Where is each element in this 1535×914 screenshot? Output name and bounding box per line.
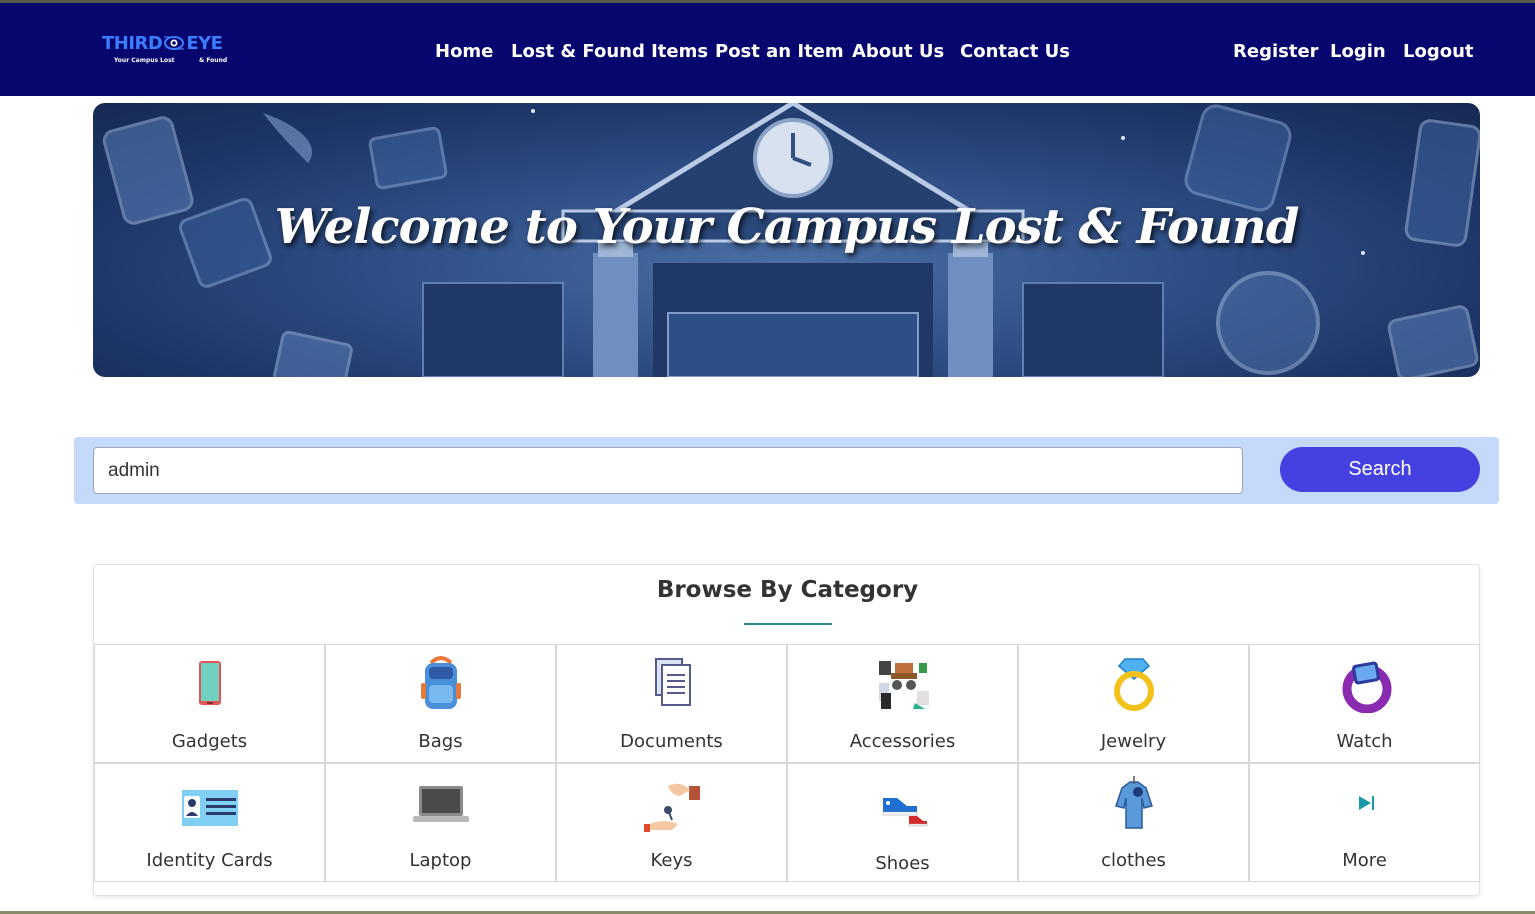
logo-wordmark: THIRD EYE	[102, 33, 223, 54]
hero-banner: Welcome to Your Campus Lost & Found	[93, 103, 1480, 377]
category-accessories[interactable]: Accessories	[787, 644, 1018, 763]
category-label: Identity Cards	[146, 850, 273, 871]
phone-icon	[199, 661, 221, 705]
category-laptop[interactable]: Laptop	[325, 763, 556, 882]
logo-tagline-left: Your Campus Lost	[114, 57, 175, 64]
site-logo[interactable]: THIRD EYE Your Campus Lost & Found	[102, 33, 242, 69]
category-identity-cards[interactable]: Identity Cards	[94, 763, 325, 882]
heading-underline	[744, 623, 832, 625]
logo-tagline-right: & Found	[199, 57, 228, 64]
accessories-icon	[879, 661, 929, 709]
ring-icon	[1114, 658, 1154, 711]
logo-text-left: THIRD	[102, 33, 163, 54]
category-shoes[interactable]: Shoes	[787, 763, 1018, 882]
category-clothes[interactable]: clothes	[1018, 763, 1249, 882]
category-label: clothes	[1101, 850, 1166, 871]
search-input[interactable]	[93, 447, 1243, 494]
nav-logout[interactable]: Logout	[1403, 41, 1474, 62]
id-card-icon	[182, 790, 238, 826]
logo-text-right: EYE	[186, 33, 223, 54]
document-icon	[655, 658, 691, 706]
nav-post-item[interactable]: Post an Item	[715, 41, 844, 62]
sneakers-icon	[882, 798, 928, 827]
category-label: More	[1342, 850, 1387, 871]
category-label: Shoes	[875, 853, 930, 874]
category-label: Keys	[650, 850, 693, 871]
nav-contact-us[interactable]: Contact Us	[960, 41, 1070, 62]
backpack-icon	[421, 656, 461, 709]
nav-about-us[interactable]: About Us	[852, 41, 944, 62]
shirt-icon	[1115, 776, 1153, 829]
eye-icon	[164, 36, 185, 50]
navbar: THIRD EYE Your Campus Lost & Found Home L…	[0, 3, 1535, 96]
category-more[interactable]: More	[1249, 763, 1480, 882]
search-bar: Search	[74, 437, 1499, 504]
category-jewelry[interactable]: Jewelry	[1018, 644, 1249, 763]
category-label: Jewelry	[1100, 731, 1167, 752]
nav-lost-found-items[interactable]: Lost & Found Items	[511, 41, 708, 62]
category-label: Laptop	[409, 850, 472, 871]
category-heading: Browse By Category	[656, 577, 919, 603]
laptop-icon	[413, 786, 469, 822]
category-documents[interactable]: Documents	[556, 644, 787, 763]
category-panel: Browse By Category Gadgets Bags Document…	[93, 564, 1480, 896]
category-label: Accessories	[849, 731, 956, 752]
category-label: Documents	[620, 731, 723, 752]
category-bags[interactable]: Bags	[325, 644, 556, 763]
category-watch[interactable]: Watch	[1249, 644, 1480, 763]
nav-home[interactable]: Home	[435, 41, 493, 62]
play-next-icon	[1359, 796, 1374, 810]
category-label: Bags	[418, 731, 463, 752]
category-keys[interactable]: Keys	[556, 763, 787, 882]
category-gadgets[interactable]: Gadgets	[94, 644, 325, 763]
nav-login[interactable]: Login	[1330, 41, 1386, 62]
category-label: Gadgets	[171, 731, 248, 752]
keys-icon	[644, 783, 700, 832]
nav-register[interactable]: Register	[1233, 41, 1319, 62]
hero-title: Welcome to Your Campus Lost & Found	[274, 199, 1300, 255]
search-button[interactable]: Search	[1280, 447, 1480, 492]
smartwatch-icon	[1342, 661, 1392, 713]
category-label: Watch	[1336, 731, 1393, 752]
